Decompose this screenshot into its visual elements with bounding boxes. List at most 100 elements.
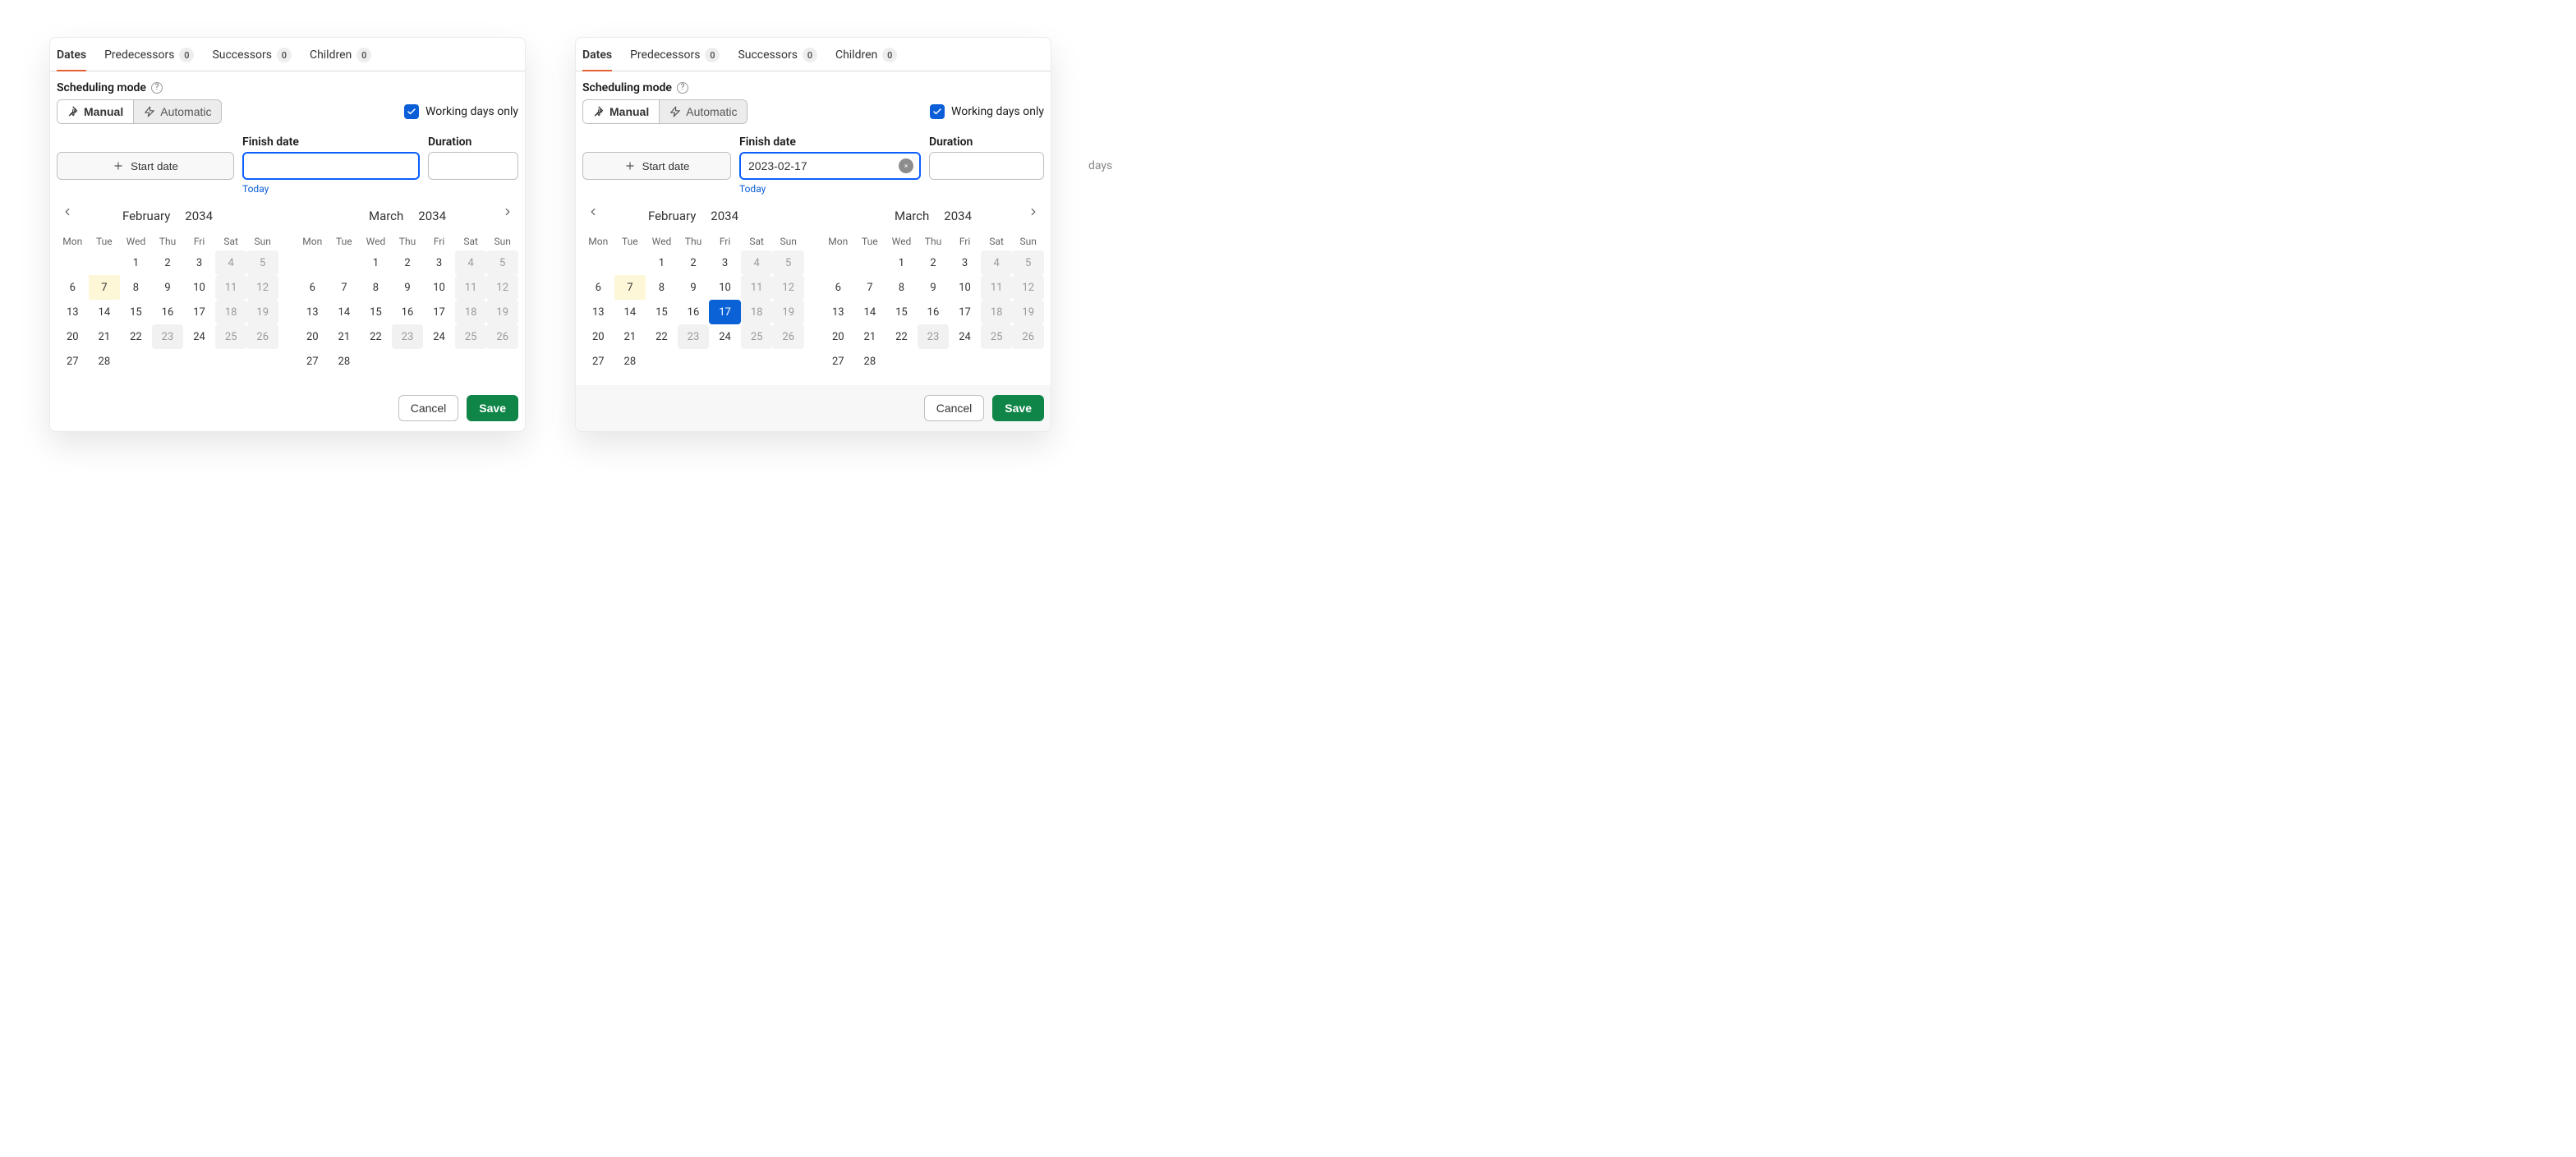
calendar-day[interactable]: 1 bbox=[360, 250, 392, 275]
calendar-day[interactable]: 21 bbox=[89, 324, 121, 349]
calendar-day[interactable]: 28 bbox=[614, 349, 646, 374]
calendar-day[interactable]: 8 bbox=[646, 275, 678, 300]
calendar-day[interactable]: 17 bbox=[709, 300, 741, 324]
calendar-day[interactable]: 9 bbox=[392, 275, 424, 300]
calendar-day[interactable]: 21 bbox=[854, 324, 886, 349]
calendar-day[interactable]: 3 bbox=[423, 250, 455, 275]
calendar-day[interactable]: 28 bbox=[89, 349, 121, 374]
calendar-day[interactable]: 19 bbox=[1012, 300, 1044, 324]
calendar-day[interactable]: 13 bbox=[822, 300, 854, 324]
calendar-day[interactable]: 6 bbox=[297, 275, 329, 300]
calendar-day[interactable]: 7 bbox=[614, 275, 646, 300]
calendar-day[interactable]: 19 bbox=[486, 300, 518, 324]
tab-dates[interactable]: Dates bbox=[582, 39, 612, 71]
calendar-day[interactable]: 23 bbox=[678, 324, 710, 349]
calendar-day[interactable]: 16 bbox=[678, 300, 710, 324]
calendar-day[interactable]: 26 bbox=[486, 324, 518, 349]
automatic-button[interactable]: Automatic bbox=[133, 100, 221, 123]
calendar-day[interactable]: 8 bbox=[120, 275, 152, 300]
calendar-day[interactable]: 2 bbox=[392, 250, 424, 275]
duration-input[interactable] bbox=[428, 152, 518, 180]
calendar-day[interactable]: 10 bbox=[949, 275, 981, 300]
working-days-checkbox[interactable]: Working days only bbox=[930, 104, 1044, 119]
calendar-day[interactable]: 15 bbox=[360, 300, 392, 324]
duration-field[interactable] bbox=[936, 158, 1088, 173]
finish-date-input[interactable] bbox=[242, 152, 420, 180]
duration-field[interactable] bbox=[435, 158, 587, 173]
calendar-day[interactable]: 23 bbox=[152, 324, 184, 349]
calendar-day[interactable]: 28 bbox=[854, 349, 886, 374]
clear-icon[interactable] bbox=[899, 158, 913, 173]
calendar-day[interactable]: 8 bbox=[886, 275, 918, 300]
calendar-day[interactable]: 26 bbox=[1012, 324, 1044, 349]
calendar-day[interactable]: 22 bbox=[120, 324, 152, 349]
calendar-day[interactable]: 22 bbox=[886, 324, 918, 349]
calendar-day[interactable]: 27 bbox=[297, 349, 329, 374]
calendar-day[interactable]: 4 bbox=[741, 250, 773, 275]
tab-predecessors[interactable]: Predecessors0 bbox=[630, 38, 720, 71]
manual-button[interactable]: Manual bbox=[583, 100, 659, 123]
calendar-day[interactable]: 4 bbox=[981, 250, 1013, 275]
tab-predecessors[interactable]: Predecessors0 bbox=[104, 38, 194, 71]
duration-input[interactable]: days bbox=[929, 152, 1044, 180]
tab-children[interactable]: Children0 bbox=[835, 38, 897, 71]
calendar-day[interactable]: 13 bbox=[57, 300, 89, 324]
calendar-day[interactable]: 26 bbox=[772, 324, 804, 349]
calendar-day[interactable]: 14 bbox=[329, 300, 361, 324]
calendar-day[interactable]: 5 bbox=[486, 250, 518, 275]
calendar-day[interactable]: 27 bbox=[822, 349, 854, 374]
chevron-left-icon[interactable] bbox=[58, 203, 76, 221]
calendar-day[interactable]: 24 bbox=[183, 324, 215, 349]
calendar-day[interactable]: 1 bbox=[886, 250, 918, 275]
calendar-day[interactable]: 2 bbox=[678, 250, 710, 275]
calendar-day[interactable]: 11 bbox=[215, 275, 247, 300]
save-button[interactable]: Save bbox=[992, 395, 1044, 421]
calendar-day[interactable]: 15 bbox=[886, 300, 918, 324]
calendar-day[interactable]: 19 bbox=[772, 300, 804, 324]
calendar-day[interactable]: 21 bbox=[614, 324, 646, 349]
calendar-day[interactable]: 17 bbox=[949, 300, 981, 324]
calendar-day[interactable]: 25 bbox=[455, 324, 487, 349]
calendar-day[interactable]: 7 bbox=[89, 275, 121, 300]
tab-successors[interactable]: Successors0 bbox=[212, 38, 292, 71]
calendar-day[interactable]: 4 bbox=[455, 250, 487, 275]
calendar-day[interactable]: 5 bbox=[1012, 250, 1044, 275]
calendar-day[interactable]: 18 bbox=[215, 300, 247, 324]
start-date-button[interactable]: Start date bbox=[57, 152, 234, 180]
calendar-day[interactable]: 10 bbox=[709, 275, 741, 300]
chevron-left-icon[interactable] bbox=[584, 203, 602, 221]
finish-date-field[interactable] bbox=[250, 158, 412, 173]
cancel-button[interactable]: Cancel bbox=[924, 395, 985, 421]
calendar-day[interactable]: 1 bbox=[120, 250, 152, 275]
calendar-day[interactable]: 1 bbox=[646, 250, 678, 275]
calendar-day[interactable]: 2 bbox=[918, 250, 950, 275]
calendar-day[interactable]: 14 bbox=[614, 300, 646, 324]
calendar-day[interactable]: 13 bbox=[297, 300, 329, 324]
calendar-day[interactable]: 18 bbox=[455, 300, 487, 324]
cancel-button[interactable]: Cancel bbox=[398, 395, 459, 421]
calendar-day[interactable]: 6 bbox=[582, 275, 614, 300]
calendar-day[interactable]: 23 bbox=[918, 324, 950, 349]
calendar-day[interactable]: 8 bbox=[360, 275, 392, 300]
finish-date-field[interactable] bbox=[747, 158, 899, 173]
finish-date-input[interactable] bbox=[739, 152, 921, 180]
chevron-right-icon[interactable] bbox=[1024, 203, 1042, 221]
calendar-day[interactable]: 7 bbox=[854, 275, 886, 300]
calendar-day[interactable]: 24 bbox=[709, 324, 741, 349]
calendar-day[interactable]: 3 bbox=[183, 250, 215, 275]
calendar-day[interactable]: 10 bbox=[183, 275, 215, 300]
calendar-day[interactable]: 15 bbox=[120, 300, 152, 324]
calendar-day[interactable]: 25 bbox=[741, 324, 773, 349]
calendar-day[interactable]: 26 bbox=[246, 324, 278, 349]
calendar-day[interactable]: 17 bbox=[423, 300, 455, 324]
calendar-day[interactable]: 20 bbox=[297, 324, 329, 349]
calendar-day[interactable]: 7 bbox=[329, 275, 361, 300]
calendar-day[interactable]: 16 bbox=[918, 300, 950, 324]
help-icon[interactable]: ? bbox=[677, 82, 688, 94]
today-link[interactable]: Today bbox=[739, 183, 921, 195]
calendar-day[interactable]: 27 bbox=[582, 349, 614, 374]
calendar-day[interactable]: 2 bbox=[152, 250, 184, 275]
calendar-day[interactable]: 3 bbox=[709, 250, 741, 275]
calendar-day[interactable]: 12 bbox=[1012, 275, 1044, 300]
calendar-day[interactable]: 3 bbox=[949, 250, 981, 275]
